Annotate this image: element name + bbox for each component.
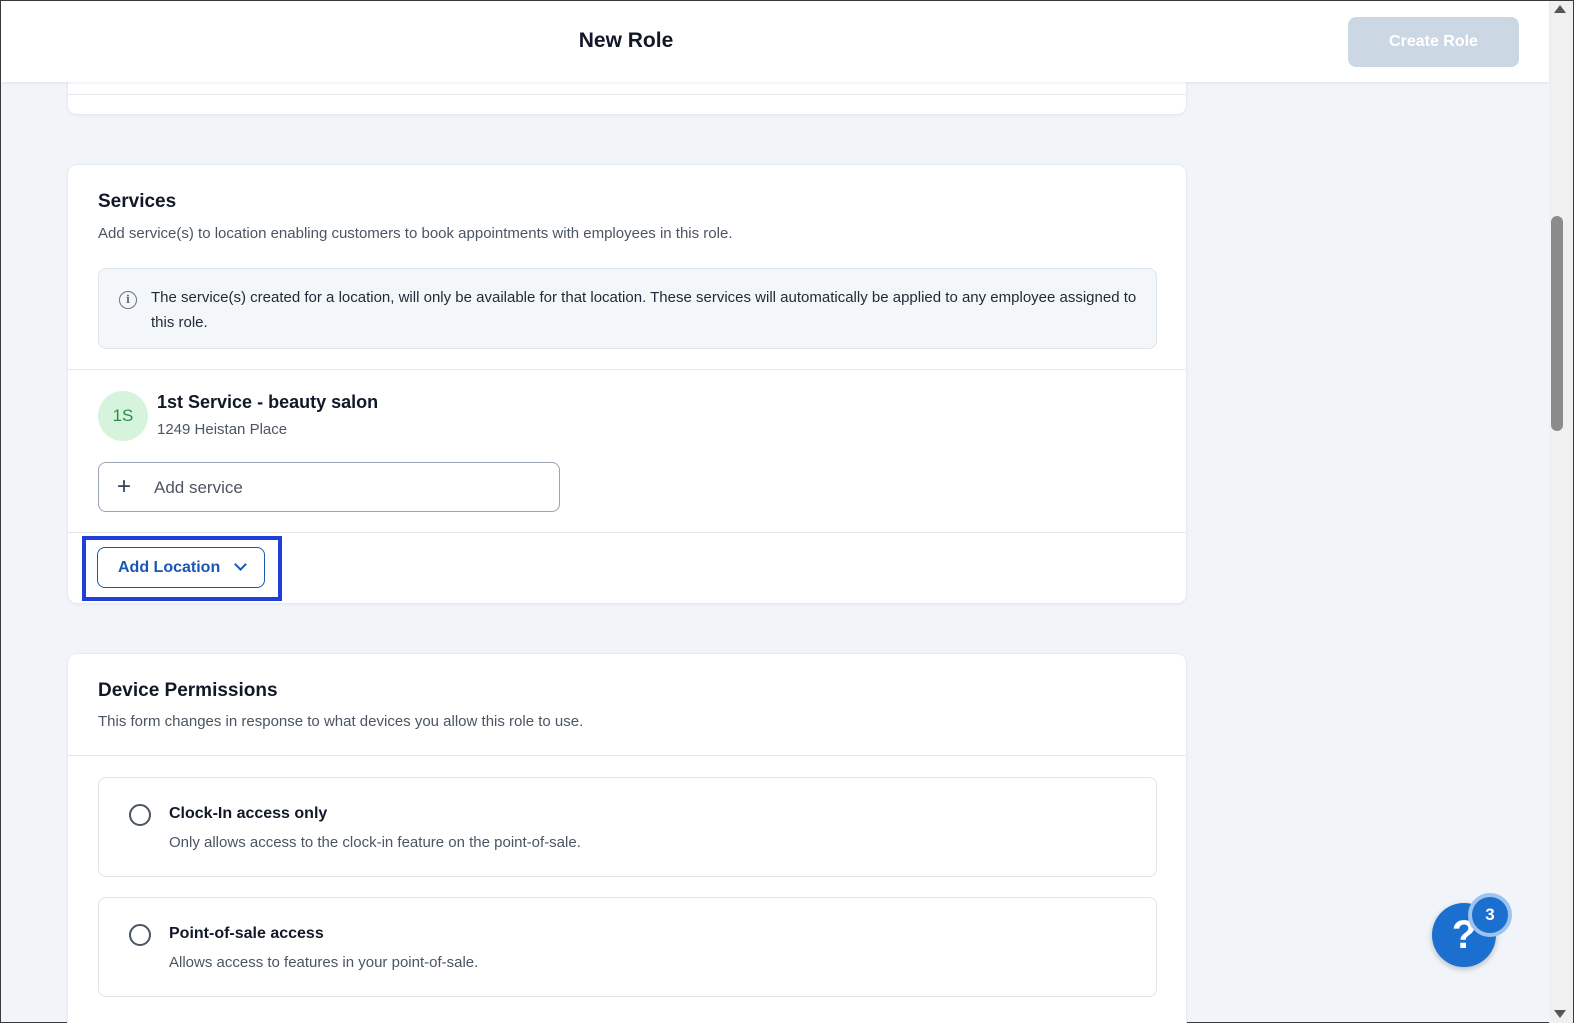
scroll-up-arrow-icon[interactable] xyxy=(1554,5,1566,13)
create-role-button[interactable]: Create Role xyxy=(1348,17,1519,67)
plus-icon: + xyxy=(117,473,132,500)
radio-clock-in[interactable] xyxy=(129,804,151,826)
add-service-button[interactable]: + Add service xyxy=(98,462,560,512)
location-avatar: 1S xyxy=(98,391,148,441)
page-header: New Role Create Role xyxy=(1,1,1549,82)
scroll-down-arrow-icon[interactable] xyxy=(1554,1010,1566,1018)
option-clock-in[interactable]: Clock-In access only Only allows access … xyxy=(98,777,1157,877)
option-title: Point-of-sale access xyxy=(169,925,324,942)
option-title: Clock-In access only xyxy=(169,805,328,822)
services-info-text: The service(s) created for a location, w… xyxy=(151,289,1137,331)
services-info-box: i The service(s) created for a location,… xyxy=(98,268,1157,349)
vertical-scrollbar[interactable] xyxy=(1549,1,1573,1023)
main-scroll-area: Services Add service(s) to location enab… xyxy=(1,1,1549,1023)
section-divider xyxy=(68,94,1186,95)
notification-badge: 3 xyxy=(1468,893,1512,937)
add-location-button[interactable]: Add Location xyxy=(97,547,265,588)
info-icon: i xyxy=(119,291,137,309)
device-permissions-title: Device Permissions xyxy=(98,680,278,701)
device-permissions-card: Device Permissions This form changes in … xyxy=(67,653,1187,1023)
add-service-label: Add service xyxy=(154,478,243,497)
chevron-down-icon xyxy=(234,558,247,571)
add-location-label: Add Location xyxy=(118,559,221,576)
location-name: 1st Service - beauty salon xyxy=(157,392,379,412)
option-point-of-sale[interactable]: Point-of-sale access Allows access to fe… xyxy=(98,897,1157,997)
services-description: Add service(s) to location enabling cust… xyxy=(98,225,733,242)
section-divider xyxy=(68,532,1186,533)
section-divider xyxy=(68,369,1186,370)
location-address: 1249 Heistan Place xyxy=(157,421,288,438)
page-title: New Role xyxy=(578,29,674,52)
section-divider xyxy=(68,755,1186,756)
option-description: Allows access to features in your point-… xyxy=(169,954,479,971)
scrollbar-thumb[interactable] xyxy=(1551,216,1563,431)
option-description: Only allows access to the clock-in featu… xyxy=(169,834,581,851)
device-permissions-description: This form changes in response to what de… xyxy=(98,713,584,730)
radio-point-of-sale[interactable] xyxy=(129,924,151,946)
services-title: Services xyxy=(98,191,177,212)
